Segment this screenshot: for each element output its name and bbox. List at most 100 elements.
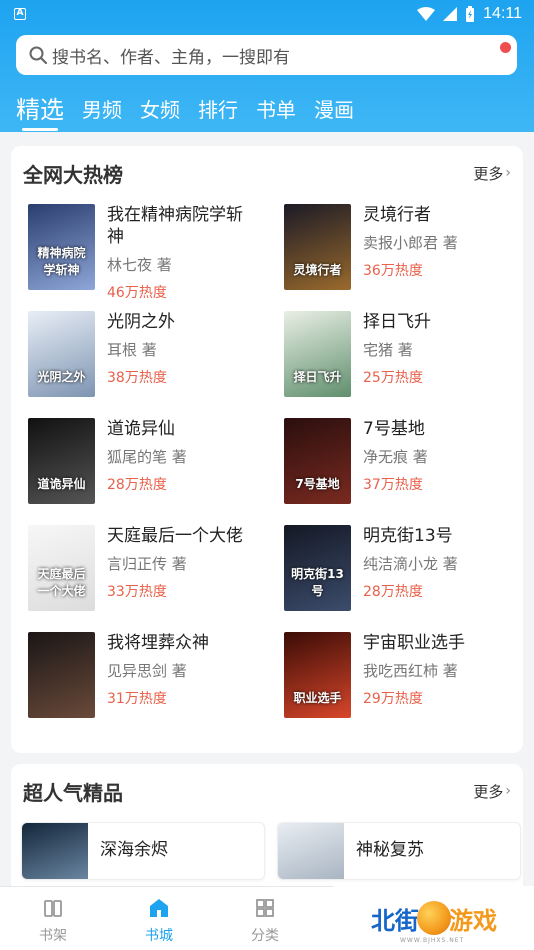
book-item[interactable]: 职业选手 宇宙职业选手 我吃西红柿 著 29万热度 [284, 632, 534, 722]
book-heat: 37万热度 [363, 477, 423, 493]
book-heat: 31万热度 [107, 691, 167, 707]
nav-label: 书城 [145, 928, 173, 944]
book-item[interactable]: 天庭最后一个大佬 天庭最后一个大佬 言归正传 著 33万热度 [28, 525, 278, 615]
cover-title: 明克街13号 [291, 567, 344, 598]
book-author: 我吃西红柿 著 [363, 662, 458, 680]
tab-ranking[interactable]: 排行 [198, 96, 238, 124]
search-placeholder: 搜书名、作者、主角，一搜即有 [52, 47, 290, 68]
nav-bookshelf[interactable]: 书架 [0, 887, 106, 950]
tab-booklist[interactable]: 书单 [256, 96, 296, 124]
book-heat: 38万热度 [107, 370, 167, 386]
book-heat: 33万热度 [107, 584, 167, 600]
book-title: 我在精神病院学斩神 [107, 205, 243, 247]
book-item[interactable]: 择日飞升 择日飞升 宅猪 著 25万热度 [284, 311, 534, 401]
book-title: 神秘复苏 [356, 840, 424, 860]
book-cover: 精神病院学斩神 [28, 204, 95, 290]
book-heat: 36万热度 [363, 263, 423, 279]
book-cover: 职业选手 [284, 632, 351, 718]
category-icon [256, 899, 274, 917]
book-heat: 28万热度 [107, 477, 167, 493]
book-title: 灵境行者 [363, 205, 431, 225]
cover-title: 道诡异仙 [37, 477, 86, 491]
book-title: 光阴之外 [107, 312, 175, 332]
signal-icon [443, 7, 458, 21]
book-author: 卖报小郎君 著 [363, 234, 458, 252]
top-header: A 14:11 搜书名、作者、主角，一搜即有 精选 男频 女频 排行 书单 漫画 [0, 0, 534, 132]
book-cover [22, 823, 88, 879]
tab-featured[interactable]: 精选 [16, 96, 64, 131]
book-cover [278, 823, 344, 879]
book-author: 纯洁滴小龙 著 [363, 555, 458, 573]
book-title: 天庭最后一个大佬 [107, 526, 243, 546]
popular-item[interactable]: 深海余烬 [21, 822, 265, 880]
book-item[interactable]: 光阴之外 光阴之外 耳根 著 38万热度 [28, 311, 278, 401]
search-icon [29, 46, 48, 65]
home-icon [150, 899, 168, 917]
book-title: 宇宙职业选手 [363, 633, 465, 653]
book-author: 狐尾的笔 著 [107, 448, 187, 466]
book-title: 道诡异仙 [107, 419, 175, 439]
cover-title: 精神病院学斩神 [37, 246, 86, 277]
category-tabs: 精选 男频 女频 排行 书单 漫画 [16, 88, 372, 131]
brand-logo-icon [417, 901, 451, 935]
book-cover: 明克街13号 [284, 525, 351, 611]
cover-title: 灵境行者 [293, 263, 342, 277]
book-author: 宅猪 著 [363, 341, 413, 359]
search-bar[interactable]: 搜书名、作者、主角，一搜即有 [16, 35, 517, 75]
book-author: 见异思剑 著 [107, 662, 187, 680]
book-item[interactable]: 灵境行者 灵境行者 卖报小郎君 著 36万热度 [284, 204, 534, 294]
nav-category[interactable]: 分类 [212, 887, 318, 950]
nav-label: 书架 [39, 928, 67, 944]
bookshelf-icon [44, 900, 62, 917]
book-item[interactable]: 明克街13号 明克街13号 纯洁滴小龙 著 28万热度 [284, 525, 534, 615]
tab-female[interactable]: 女频 [140, 96, 180, 124]
more-link[interactable]: 更多 › [473, 163, 511, 184]
tab-comics[interactable]: 漫画 [314, 96, 354, 124]
popular-row: 深海余烬 神秘复苏 [21, 822, 521, 880]
book-title: 择日飞升 [363, 312, 431, 332]
book-cover: 光阴之外 [28, 311, 95, 397]
more-label: 更多 [473, 782, 504, 801]
more-label: 更多 [473, 164, 504, 183]
book-cover: 灵境行者 [284, 204, 351, 290]
brand-watermark: 北街 游戏 WWW.BJHXS.NET [334, 886, 534, 950]
notification-dot [500, 42, 511, 53]
book-author: 净无痕 著 [363, 448, 428, 466]
book-cover: 择日飞升 [284, 311, 351, 397]
hot-list-card: 全网大热榜 更多 › 精神病院学斩神 我在精神病院学斩神 林七夜 著 46万热度 灵境行… [11, 146, 523, 753]
book-heat: 46万热度 [107, 285, 167, 301]
chevron-right-icon: › [505, 783, 511, 799]
brand-text-2: 游戏 [449, 906, 497, 935]
book-cover: 道诡异仙 [28, 418, 95, 504]
wifi-icon [417, 7, 436, 21]
book-author: 林七夜 著 [107, 256, 172, 274]
book-title: 7号基地 [363, 419, 425, 439]
book-title: 深海余烬 [100, 840, 168, 860]
book-heat: 28万热度 [363, 584, 423, 600]
book-title: 我将埋葬众神 [107, 633, 209, 653]
book-item[interactable]: 精神病院学斩神 我在精神病院学斩神林七夜 著 46万热度 [28, 204, 278, 301]
notification-icon: A [14, 8, 26, 20]
nav-bookstore[interactable]: 书城 [106, 887, 212, 950]
popular-item[interactable]: 神秘复苏 [277, 822, 521, 880]
tab-male[interactable]: 男频 [82, 96, 122, 124]
book-title: 明克街13号 [363, 526, 453, 546]
book-author: 耳根 著 [107, 341, 157, 359]
battery-icon [466, 6, 475, 22]
status-bar: A 14:11 [0, 0, 534, 28]
nav-label: 分类 [251, 928, 279, 944]
book-item[interactable]: 7号基地 7号基地 净无痕 著 37万热度 [284, 418, 534, 508]
brand-url: WWW.BJHXS.NET [400, 937, 465, 944]
chevron-right-icon: › [505, 165, 511, 181]
cover-title: 择日飞升 [293, 370, 342, 384]
book-heat: 29万热度 [363, 691, 423, 707]
book-cover: 7号基地 [284, 418, 351, 504]
status-time: 14:11 [483, 5, 522, 22]
book-author: 言归正传 著 [107, 555, 187, 573]
brand-text-1: 北街 [371, 906, 419, 935]
book-heat: 25万热度 [363, 370, 423, 386]
cover-title: 天庭最后一个大佬 [37, 567, 86, 598]
more-link[interactable]: 更多 › [473, 781, 511, 802]
book-item[interactable]: 道诡异仙 道诡异仙 狐尾的笔 著 28万热度 [28, 418, 278, 508]
book-item[interactable]: 我将埋葬众神 见异思剑 著 31万热度 [28, 632, 278, 722]
